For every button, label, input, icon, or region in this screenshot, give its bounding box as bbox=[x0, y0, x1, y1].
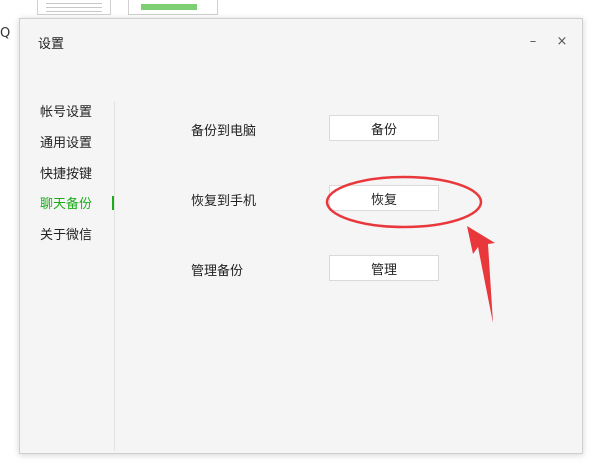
restore-button[interactable]: 恢复 bbox=[329, 185, 439, 211]
restore-to-phone-label: 恢复到手机 bbox=[191, 194, 257, 209]
settings-window: 设置 – × 帐号设置 通用设置 快捷按键 聊天备份 关于微信 备份到电脑 备份… bbox=[19, 18, 583, 454]
sidebar-item-general-settings[interactable]: 通用设置 bbox=[40, 132, 92, 151]
window-title: 设置 bbox=[38, 37, 65, 52]
minimize-icon[interactable]: – bbox=[523, 31, 543, 51]
backup-button[interactable]: 备份 bbox=[329, 115, 439, 141]
sidebar-item-chat-backup[interactable]: 聊天备份 bbox=[40, 193, 92, 212]
close-icon[interactable]: × bbox=[552, 31, 572, 51]
manage-button[interactable]: 管理 bbox=[329, 255, 439, 281]
manage-backup-label: 管理备份 bbox=[191, 264, 244, 279]
backup-to-pc-label: 备份到电脑 bbox=[191, 124, 257, 139]
background-edge-text: Q bbox=[0, 26, 11, 41]
title-bar[interactable]: 设置 – × bbox=[20, 19, 582, 63]
sidebar-item-shortcuts[interactable]: 快捷按键 bbox=[40, 163, 92, 182]
sidebar-item-account-settings[interactable]: 帐号设置 bbox=[40, 101, 92, 120]
sidebar-divider bbox=[114, 101, 115, 451]
sidebar-item-about[interactable]: 关于微信 bbox=[40, 224, 92, 243]
background-window-thumbnail bbox=[128, 0, 218, 15]
background-window-thumbnail bbox=[37, 0, 111, 15]
